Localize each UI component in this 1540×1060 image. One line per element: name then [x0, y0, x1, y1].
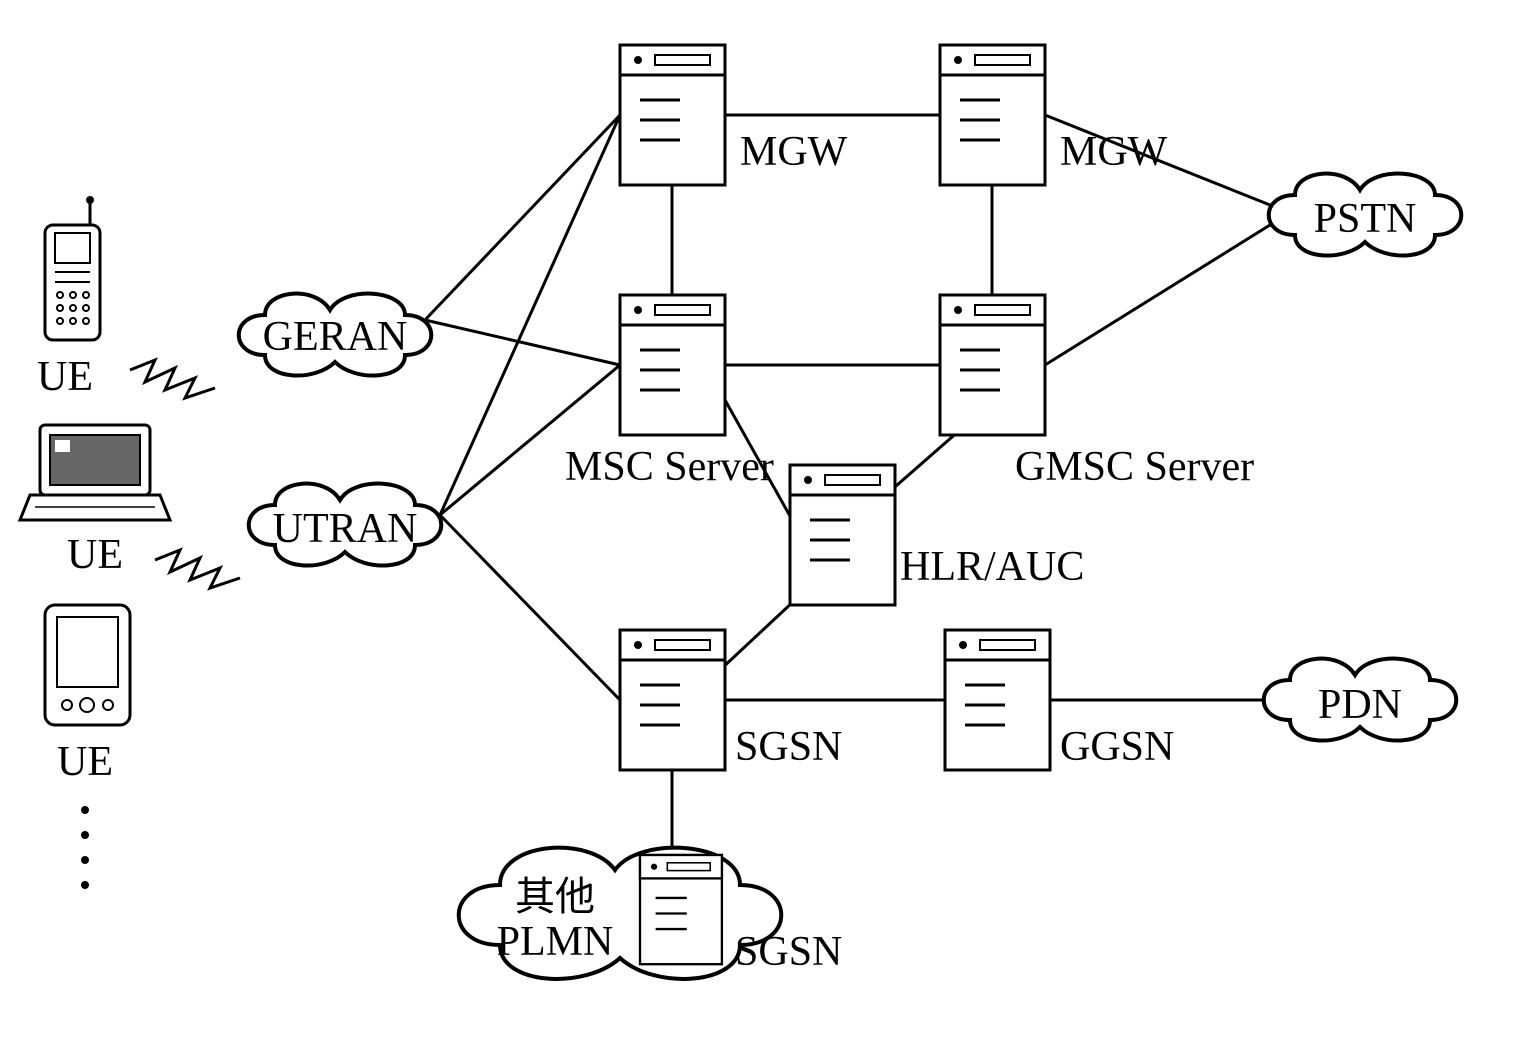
- ellipsis-icon: [81, 806, 89, 889]
- radio-link-icon: [155, 550, 240, 588]
- ue-label: UE: [67, 532, 123, 578]
- utran-cloud: UTRAN: [249, 484, 442, 566]
- sgsn2-label: SGSN: [735, 929, 842, 975]
- server-icon: [640, 855, 722, 964]
- server-icon: [940, 295, 1045, 435]
- radio-link-icon: [130, 360, 215, 398]
- plmn-other-label: 其他: [515, 874, 595, 919]
- utran-label: UTRAN: [273, 506, 418, 552]
- mobile-phone-icon: [45, 196, 100, 340]
- ue-label: UE: [57, 739, 113, 785]
- server-icon: [940, 45, 1045, 185]
- server-icon: [790, 465, 895, 605]
- msc-label: MSC Server: [565, 444, 774, 490]
- server-icon: [620, 45, 725, 185]
- pstn-cloud: PSTN: [1269, 174, 1462, 256]
- pda-icon: [45, 605, 130, 725]
- sgsn-label: SGSN: [735, 724, 842, 770]
- plmn-cloud: 其他 PLMN: [459, 848, 782, 979]
- pdn-cloud: PDN: [1264, 659, 1457, 741]
- server-icon: [620, 630, 725, 770]
- ggsn-label: GGSN: [1060, 724, 1174, 770]
- ue-label: UE: [37, 354, 93, 400]
- mgw-label: MGW: [740, 129, 848, 175]
- hlr-label: HLR/AUC: [900, 544, 1084, 590]
- geran-label: GERAN: [263, 314, 408, 360]
- gmsc-label: GMSC Server: [1015, 444, 1254, 490]
- mgw-label: MGW: [1060, 129, 1168, 175]
- laptop-icon: [20, 425, 170, 520]
- server-icon: [945, 630, 1050, 770]
- plmn-label: PLMN: [497, 919, 614, 965]
- network-topology-diagram: UE UE UE GERAN UTRAN MGW MGW MSC Server …: [0, 0, 1540, 1060]
- pdn-label: PDN: [1318, 682, 1402, 728]
- pstn-label: PSTN: [1314, 196, 1417, 242]
- geran-cloud: GERAN: [239, 294, 432, 376]
- server-icon: [620, 295, 725, 435]
